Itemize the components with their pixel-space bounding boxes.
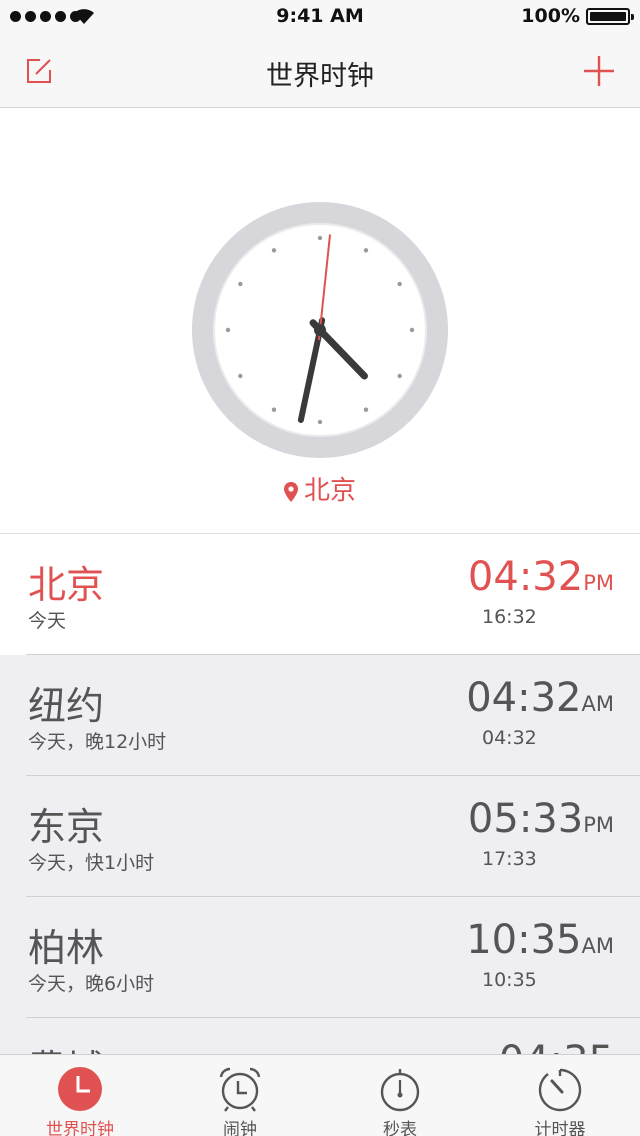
list-item[interactable]: 北京 今天 04:32PM 16:32 [0, 534, 640, 655]
tab-stopwatch[interactable]: 秒表 [320, 1055, 480, 1136]
tab-label: 秒表 [383, 1120, 417, 1136]
tab-label: 计时器 [534, 1120, 586, 1136]
add-icon[interactable] [582, 54, 616, 88]
clock-tick [409, 327, 415, 333]
tab-world-clock[interactable]: 世界时钟 [0, 1055, 160, 1136]
city-time-24h: 17:33 [482, 848, 537, 870]
tab-bar: 世界时钟 闹钟 秒表 计时器 [0, 1054, 640, 1136]
clock-tick [397, 373, 402, 379]
tab-label: 世界时钟 [46, 1120, 114, 1136]
city-time: 10:35AM [466, 917, 614, 963]
tab-alarm[interactable]: 闹钟 [160, 1055, 320, 1136]
clock-tick [238, 373, 243, 379]
city-time: 04:35 [499, 1038, 614, 1054]
battery-icon [586, 8, 634, 25]
timer-icon [538, 1068, 582, 1112]
city-offset: 今天，晚12小时 [28, 731, 167, 753]
city-offset: 今天，晚6小时 [28, 973, 155, 995]
tab-timer[interactable]: 计时器 [480, 1055, 640, 1136]
city-name: 纽约 [28, 684, 105, 728]
navigation-bar: 世界时钟 [0, 34, 640, 108]
tab-label: 闹钟 [223, 1120, 257, 1136]
page-title: 世界时钟 [266, 61, 374, 92]
city-offset: 今天，快1小时 [28, 852, 155, 874]
clock-tick [271, 248, 277, 253]
list-item[interactable]: 费城 04:35 [0, 1018, 640, 1054]
city-time: 04:32AM [466, 675, 614, 721]
clock-location: 北京 [0, 470, 640, 507]
list-item[interactable]: 柏林 今天，晚6小时 10:35AM 10:35 [0, 897, 640, 1018]
status-bar: 9:41 AM 100% [0, 0, 640, 34]
city-list: 北京 今天 04:32PM 16:32 纽约 今天，晚12小时 04:32AM … [0, 534, 640, 1054]
world-clock-icon [58, 1067, 102, 1111]
clock-tick [271, 407, 277, 412]
alarm-clock-icon [219, 1067, 261, 1112]
clock-tick [397, 281, 402, 287]
stopwatch-icon [380, 1069, 420, 1112]
city-time: 05:33PM [467, 796, 614, 842]
analog-clock [192, 202, 448, 458]
city-time-24h: 04:32 [482, 727, 537, 749]
city-time: 04:32PM [467, 554, 614, 600]
city-time-24h: 10:35 [482, 969, 537, 991]
clock-location-name: 北京 [303, 476, 356, 506]
clock-tick [317, 235, 323, 241]
analog-clock-panel: 北京 [0, 108, 640, 534]
clock-tick [317, 419, 323, 425]
list-item[interactable]: 纽约 今天，晚12小时 04:32AM 04:32 [0, 655, 640, 776]
clock-tick [238, 281, 243, 287]
clock-tick [363, 248, 369, 253]
city-name: 柏林 [28, 926, 105, 970]
city-name: 费城 [28, 1038, 104, 1054]
battery-percentage: 100% [521, 5, 580, 27]
location-pin-icon [283, 481, 298, 502]
city-offset: 今天 [28, 610, 67, 632]
list-item[interactable]: 东京 今天，快1小时 05:33PM 17:33 [0, 776, 640, 897]
city-name: 东京 [28, 805, 105, 849]
city-name: 北京 [28, 563, 105, 607]
clock-tick [225, 327, 231, 333]
city-time-24h: 16:32 [482, 606, 537, 628]
clock-tick [363, 407, 369, 412]
